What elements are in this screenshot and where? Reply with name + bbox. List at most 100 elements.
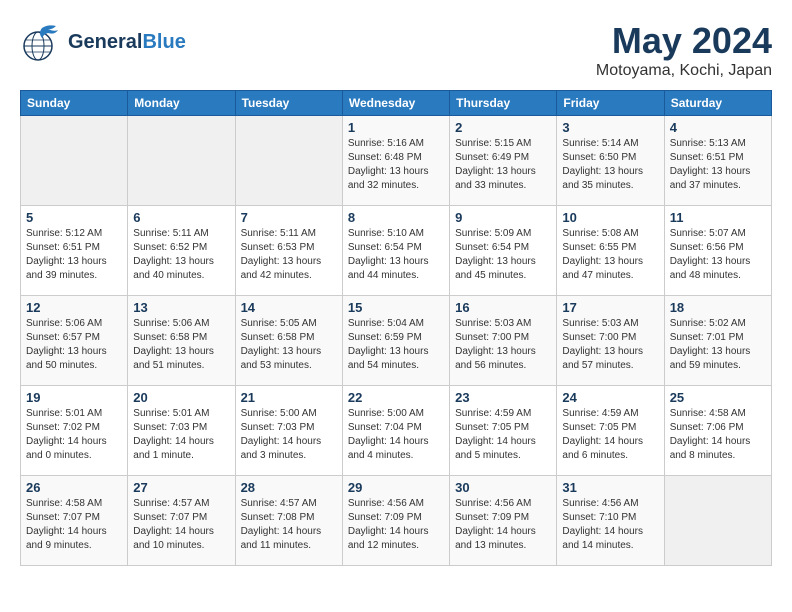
day-number: 25 <box>670 390 766 405</box>
day-info: Sunrise: 5:01 AM Sunset: 7:03 PM Dayligh… <box>133 407 229 463</box>
day-number: 15 <box>348 300 444 315</box>
calendar-cell: 20 Sunrise: 5:01 AM Sunset: 7:03 PM Dayli… <box>128 386 235 476</box>
day-info: Sunrise: 4:56 AM Sunset: 7:09 PM Dayligh… <box>348 497 444 553</box>
day-number: 28 <box>241 480 337 495</box>
calendar-cell: 16 Sunrise: 5:03 AM Sunset: 7:00 PM Dayli… <box>450 296 557 386</box>
calendar-cell: 28 Sunrise: 4:57 AM Sunset: 7:08 PM Dayli… <box>235 476 342 566</box>
calendar-cell: 12Sunrise: 5:06 AM Sunset: 6:57 PM Dayli… <box>21 296 128 386</box>
day-info: Sunrise: 5:03 AM Sunset: 7:00 PM Dayligh… <box>455 317 551 373</box>
calendar-cell: 2 Sunrise: 5:15 AM Sunset: 6:49 PM Daylig… <box>450 116 557 206</box>
day-info: Sunrise: 5:11 AM Sunset: 6:53 PM Dayligh… <box>241 227 337 283</box>
calendar-cell: 8 Sunrise: 5:10 AM Sunset: 6:54 PM Daylig… <box>342 206 449 296</box>
day-number: 3 <box>562 120 658 135</box>
location-title: Motoyama, Kochi, Japan <box>596 62 772 80</box>
day-info: Sunrise: 5:00 AM Sunset: 7:03 PM Dayligh… <box>241 407 337 463</box>
day-info: Sunrise: 5:16 AM Sunset: 6:48 PM Dayligh… <box>348 137 444 193</box>
calendar-cell: 24 Sunrise: 4:59 AM Sunset: 7:05 PM Dayli… <box>557 386 664 476</box>
day-info: Sunrise: 4:58 AM Sunset: 7:06 PM Dayligh… <box>670 407 766 463</box>
weekday-header-thursday: Thursday <box>450 91 557 116</box>
day-number: 23 <box>455 390 551 405</box>
day-info: Sunrise: 5:10 AM Sunset: 6:54 PM Dayligh… <box>348 227 444 283</box>
day-number: 26 <box>26 480 122 495</box>
day-info: Sunrise: 4:59 AM Sunset: 7:05 PM Dayligh… <box>455 407 551 463</box>
day-info: Sunrise: 5:06 AM Sunset: 6:57 PM Dayligh… <box>26 317 122 373</box>
calendar-cell: 22Sunrise: 5:00 AM Sunset: 7:04 PM Dayli… <box>342 386 449 476</box>
day-number: 16 <box>455 300 551 315</box>
day-number: 19 <box>26 390 122 405</box>
day-info: Sunrise: 5:05 AM Sunset: 6:58 PM Dayligh… <box>241 317 337 373</box>
day-number: 8 <box>348 210 444 225</box>
calendar-cell: 25 Sunrise: 4:58 AM Sunset: 7:06 PM Dayli… <box>664 386 771 476</box>
logo-name: GeneralBlue <box>68 31 186 53</box>
day-info: Sunrise: 4:59 AM Sunset: 7:05 PM Dayligh… <box>562 407 658 463</box>
day-info: Sunrise: 5:12 AM Sunset: 6:51 PM Dayligh… <box>26 227 122 283</box>
weekday-header-saturday: Saturday <box>664 91 771 116</box>
day-number: 30 <box>455 480 551 495</box>
weekday-header-monday: Monday <box>128 91 235 116</box>
calendar-cell: 19 Sunrise: 5:01 AM Sunset: 7:02 PM Dayli… <box>21 386 128 476</box>
calendar-cell: 15 Sunrise: 5:04 AM Sunset: 6:59 PM Dayli… <box>342 296 449 386</box>
calendar-cell: 23 Sunrise: 4:59 AM Sunset: 7:05 PM Dayli… <box>450 386 557 476</box>
day-number: 5 <box>26 210 122 225</box>
weekday-header-sunday: Sunday <box>21 91 128 116</box>
weekday-header-wednesday: Wednesday <box>342 91 449 116</box>
calendar-cell: 27 Sunrise: 4:57 AM Sunset: 7:07 PM Dayli… <box>128 476 235 566</box>
calendar-cell: 18Sunrise: 5:02 AM Sunset: 7:01 PM Dayli… <box>664 296 771 386</box>
month-title: May 2024 <box>596 20 772 62</box>
day-info: Sunrise: 5:14 AM Sunset: 6:50 PM Dayligh… <box>562 137 658 193</box>
day-info: Sunrise: 5:02 AM Sunset: 7:01 PM Dayligh… <box>670 317 766 373</box>
day-number: 9 <box>455 210 551 225</box>
calendar-cell: 4Sunrise: 5:13 AM Sunset: 6:51 PM Daylig… <box>664 116 771 206</box>
day-info: Sunrise: 5:11 AM Sunset: 6:52 PM Dayligh… <box>133 227 229 283</box>
day-number: 24 <box>562 390 658 405</box>
calendar-cell <box>664 476 771 566</box>
day-number: 4 <box>670 120 766 135</box>
day-info: Sunrise: 4:57 AM Sunset: 7:08 PM Dayligh… <box>241 497 337 553</box>
calendar-cell <box>128 116 235 206</box>
day-number: 10 <box>562 210 658 225</box>
day-number: 2 <box>455 120 551 135</box>
calendar-cell: 1Sunrise: 5:16 AM Sunset: 6:48 PM Daylig… <box>342 116 449 206</box>
day-info: Sunrise: 5:15 AM Sunset: 6:49 PM Dayligh… <box>455 137 551 193</box>
calendar-cell: 30 Sunrise: 4:56 AM Sunset: 7:09 PM Dayli… <box>450 476 557 566</box>
day-info: Sunrise: 5:00 AM Sunset: 7:04 PM Dayligh… <box>348 407 444 463</box>
day-info: Sunrise: 4:56 AM Sunset: 7:10 PM Dayligh… <box>562 497 658 553</box>
calendar-cell: 3 Sunrise: 5:14 AM Sunset: 6:50 PM Daylig… <box>557 116 664 206</box>
calendar-cell: 31 Sunrise: 4:56 AM Sunset: 7:10 PM Dayli… <box>557 476 664 566</box>
day-number: 11 <box>670 210 766 225</box>
calendar-cell: 13 Sunrise: 5:06 AM Sunset: 6:58 PM Dayli… <box>128 296 235 386</box>
day-info: Sunrise: 4:57 AM Sunset: 7:07 PM Dayligh… <box>133 497 229 553</box>
calendar-cell: 5 Sunrise: 5:12 AM Sunset: 6:51 PM Daylig… <box>21 206 128 296</box>
calendar-cell: 26 Sunrise: 4:58 AM Sunset: 7:07 PM Dayli… <box>21 476 128 566</box>
day-info: Sunrise: 4:58 AM Sunset: 7:07 PM Dayligh… <box>26 497 122 553</box>
calendar-cell: 29 Sunrise: 4:56 AM Sunset: 7:09 PM Dayli… <box>342 476 449 566</box>
day-number: 21 <box>241 390 337 405</box>
weekday-header-tuesday: Tuesday <box>235 91 342 116</box>
calendar-table: SundayMondayTuesdayWednesdayThursdayFrid… <box>20 90 772 566</box>
day-number: 27 <box>133 480 229 495</box>
calendar-cell: 14 Sunrise: 5:05 AM Sunset: 6:58 PM Dayli… <box>235 296 342 386</box>
day-info: Sunrise: 5:07 AM Sunset: 6:56 PM Dayligh… <box>670 227 766 283</box>
calendar-cell: 11 Sunrise: 5:07 AM Sunset: 6:56 PM Dayli… <box>664 206 771 296</box>
day-info: Sunrise: 4:56 AM Sunset: 7:09 PM Dayligh… <box>455 497 551 553</box>
day-info: Sunrise: 5:08 AM Sunset: 6:55 PM Dayligh… <box>562 227 658 283</box>
calendar-cell <box>21 116 128 206</box>
day-number: 31 <box>562 480 658 495</box>
day-info: Sunrise: 5:01 AM Sunset: 7:02 PM Dayligh… <box>26 407 122 463</box>
page-header: GeneralBlue May 2024 Motoyama, Kochi, Ja… <box>20 20 772 80</box>
calendar-cell: 6Sunrise: 5:11 AM Sunset: 6:52 PM Daylig… <box>128 206 235 296</box>
title-block: May 2024 Motoyama, Kochi, Japan <box>596 20 772 80</box>
day-number: 20 <box>133 390 229 405</box>
day-info: Sunrise: 5:04 AM Sunset: 6:59 PM Dayligh… <box>348 317 444 373</box>
day-number: 13 <box>133 300 229 315</box>
calendar-cell: 10 Sunrise: 5:08 AM Sunset: 6:55 PM Dayli… <box>557 206 664 296</box>
day-number: 7 <box>241 210 337 225</box>
day-number: 29 <box>348 480 444 495</box>
calendar-cell: 9 Sunrise: 5:09 AM Sunset: 6:54 PM Daylig… <box>450 206 557 296</box>
logo-icon <box>20 20 64 64</box>
day-info: Sunrise: 5:03 AM Sunset: 7:00 PM Dayligh… <box>562 317 658 373</box>
day-info: Sunrise: 5:09 AM Sunset: 6:54 PM Dayligh… <box>455 227 551 283</box>
day-number: 14 <box>241 300 337 315</box>
day-info: Sunrise: 5:06 AM Sunset: 6:58 PM Dayligh… <box>133 317 229 373</box>
calendar-cell: 21 Sunrise: 5:00 AM Sunset: 7:03 PM Dayli… <box>235 386 342 476</box>
